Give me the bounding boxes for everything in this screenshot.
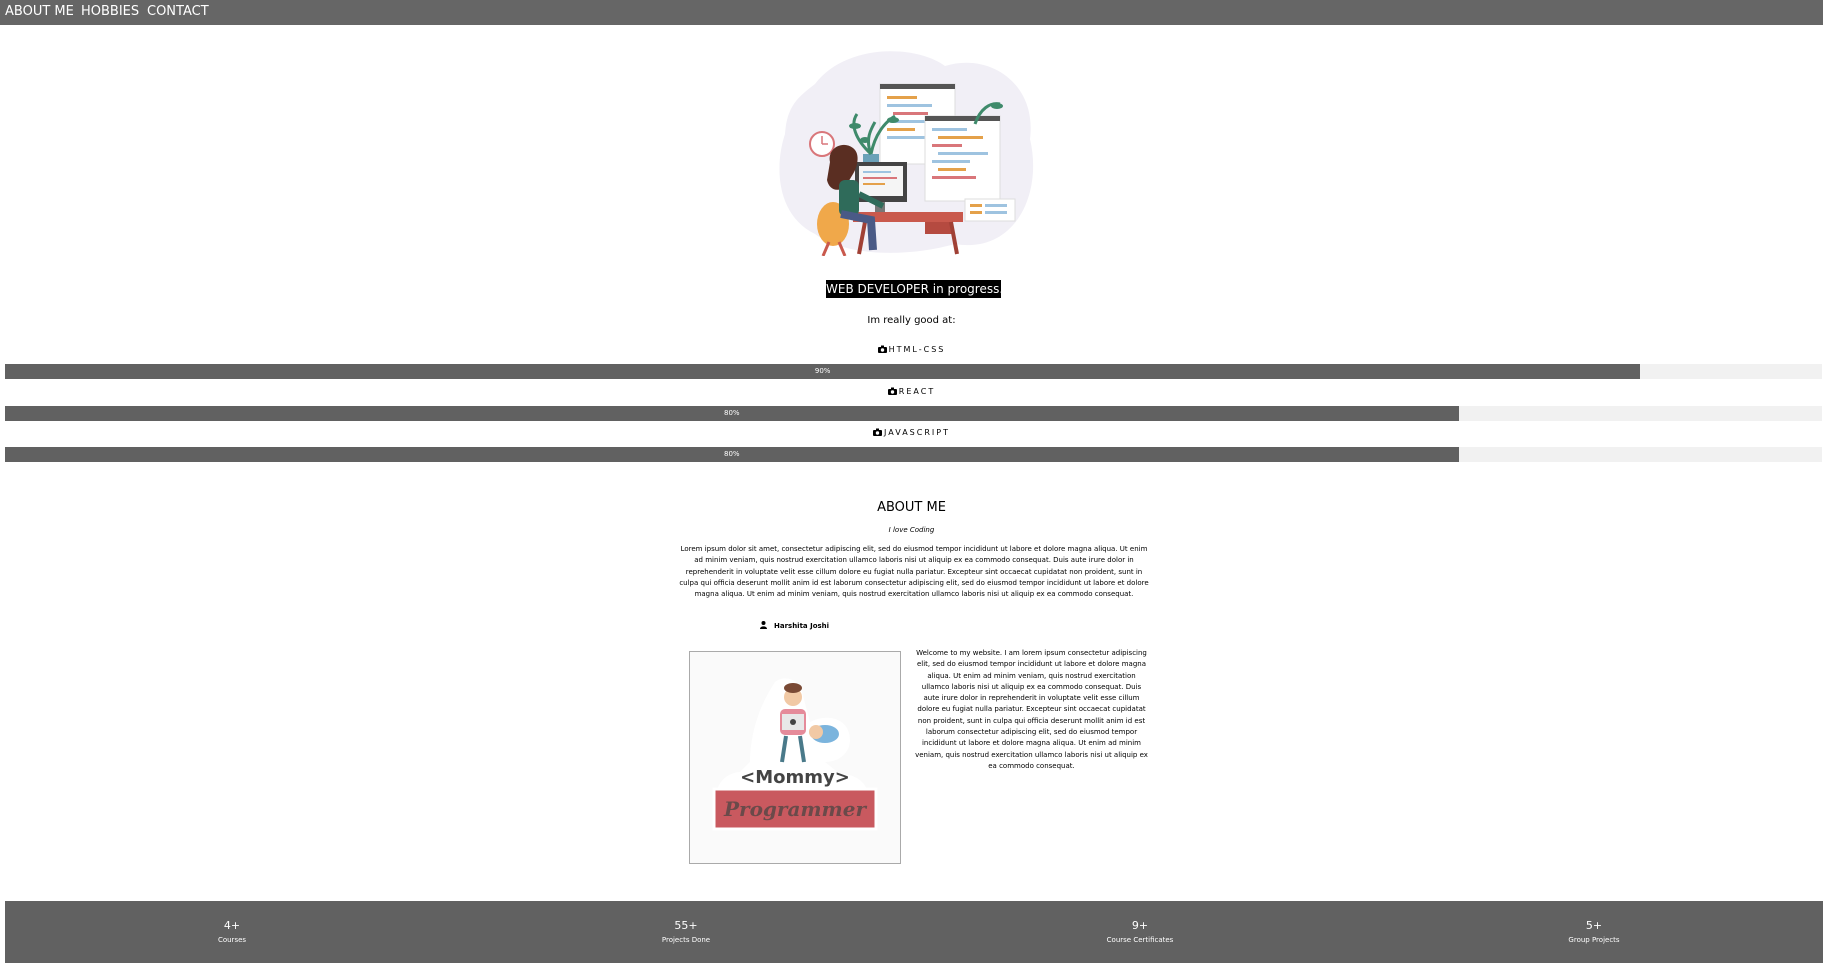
stat-label: Course Certificates [1106, 936, 1174, 944]
skill-bar-fill: 80% [5, 447, 1459, 462]
welcome-paragraph: Welcome to my website. I am lorem ipsum … [915, 649, 1148, 770]
stat-value: 9+ [1131, 919, 1149, 932]
author-name: Harshita Joshi [774, 622, 830, 630]
skill-label-html-css: HTML-CSS [0, 344, 1823, 355]
nav-hobbies[interactable]: HOBBIES [81, 4, 139, 20]
nav-about-me[interactable]: ABOUT ME [5, 4, 74, 20]
skill-name: HTML-CSS [888, 345, 946, 354]
skill-name: REACT [898, 387, 936, 396]
skill-label-react: REACT [0, 386, 1823, 397]
skill-bar-react: 80% [5, 406, 1822, 421]
skill-name: JAVASCRIPT [884, 428, 950, 437]
skills-intro: Im really good at: [867, 315, 956, 326]
author: Harshita Joshi [760, 621, 829, 631]
user-icon [760, 621, 767, 629]
photo-text-top: <Mommy> [740, 767, 850, 788]
stat-value: 4+ [223, 919, 241, 932]
hero-tagline: WEB DEVELOPER in progress... [826, 280, 1011, 298]
about-paragraph: Lorem ipsum dolor sit amet, consectetur … [679, 545, 1149, 599]
skill-bar-fill: 90% [5, 364, 1641, 379]
stat-label: Group Projects [1568, 936, 1620, 944]
skill-bar-html-css: 90% [5, 364, 1822, 379]
skill-bar-javascript: 80% [5, 447, 1822, 462]
developer-illustration [779, 51, 1034, 256]
nav-contact[interactable]: CONTACT [147, 4, 209, 20]
mommy-programmer-image: <Mommy> Programmer [689, 651, 901, 864]
top-nav: ABOUT ME HOBBIES CONTACT [0, 0, 1823, 25]
stat-value: 5+ [1585, 919, 1603, 932]
camera-icon [873, 428, 883, 436]
about-subtitle: I love Coding [888, 526, 935, 534]
stat-value: 55+ [674, 919, 698, 932]
stat-label: Projects Done [661, 936, 711, 944]
skill-bar-fill: 80% [5, 406, 1459, 421]
stats-footer: 4+ Courses 55+ Projects Done 9+ Course C… [5, 901, 1823, 963]
about-title: ABOUT ME [877, 500, 946, 515]
stat-label: Courses [217, 936, 247, 944]
camera-icon [887, 387, 897, 395]
photo-text-bottom: Programmer [723, 797, 867, 821]
skill-percent: 90% [814, 367, 831, 375]
skill-percent: 80% [724, 450, 740, 458]
skill-percent: 80% [724, 409, 740, 417]
camera-icon [877, 345, 887, 353]
skill-label-javascript: JAVASCRIPT [0, 427, 1823, 438]
